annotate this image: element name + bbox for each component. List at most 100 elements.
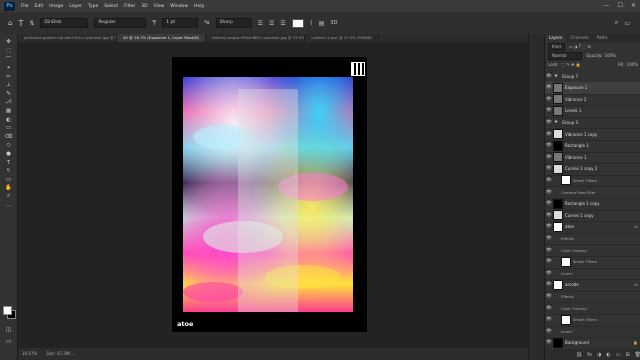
type-tool-icon[interactable]: T bbox=[18, 19, 23, 28]
close-icon[interactable]: ✕ bbox=[631, 2, 636, 9]
delete-layer-icon[interactable]: 🗑 bbox=[635, 352, 640, 358]
visibility-eye-icon[interactable]: 👁 bbox=[545, 108, 553, 113]
text-orientation-icon[interactable]: ⇅ bbox=[29, 20, 34, 27]
tab-document-active[interactable]: 40 @ 16.7% (Exposure 1, Layer Mask/8) bbox=[117, 34, 207, 42]
document-canvas[interactable]: atoe bbox=[172, 57, 367, 332]
quick-select-tool-icon[interactable]: ⌖ bbox=[0, 64, 17, 73]
font-style-select[interactable]: Regular bbox=[94, 18, 147, 28]
visibility-eye-icon[interactable]: 👁 bbox=[545, 190, 553, 195]
adjustment-layer-icon[interactable]: ◐ bbox=[606, 352, 610, 358]
visibility-eye-icon[interactable]: 👁 bbox=[545, 329, 553, 334]
menu-help[interactable]: Help bbox=[194, 4, 204, 9]
visibility-eye-icon[interactable]: 👁 bbox=[545, 201, 553, 206]
warp-text-icon[interactable]: ⌇ bbox=[310, 20, 313, 27]
eyedropper-tool-icon[interactable]: ⟂ bbox=[0, 81, 17, 90]
visibility-eye-icon[interactable]: 👁 bbox=[545, 120, 553, 125]
menu-select[interactable]: Select bbox=[104, 4, 118, 9]
history-brush-tool-icon[interactable]: ▦ bbox=[0, 107, 17, 116]
layer-row[interactable]: 👁 Background 🔒 bbox=[545, 337, 640, 350]
shape-tool-icon[interactable]: ▭ bbox=[0, 176, 17, 185]
layer-style-icon[interactable]: fx bbox=[587, 352, 592, 358]
link-layers-icon[interactable]: ⛓ bbox=[576, 352, 582, 358]
visibility-eye-icon[interactable]: 👁 bbox=[545, 248, 553, 253]
maximize-icon[interactable]: ☐ bbox=[618, 2, 623, 9]
path-select-tool-icon[interactable]: ↖ bbox=[0, 167, 17, 176]
menu-type[interactable]: Type bbox=[88, 4, 98, 9]
visibility-eye-icon[interactable]: 👁 bbox=[545, 282, 553, 287]
font-size-select[interactable]: 1 pt bbox=[162, 18, 199, 28]
visibility-eye-icon[interactable]: 👁 bbox=[545, 317, 553, 322]
layer-effects-icon[interactable]: fx bbox=[634, 224, 638, 229]
visibility-eye-icon[interactable]: 👁 bbox=[545, 85, 553, 90]
brush-tool-icon[interactable]: ✎ bbox=[0, 90, 17, 99]
visibility-eye-icon[interactable]: 👁 bbox=[545, 340, 553, 345]
tab-layers[interactable]: Layers bbox=[545, 34, 567, 42]
quick-mask-icon[interactable]: ◫ bbox=[0, 326, 17, 335]
blend-mode-select[interactable]: Normal bbox=[548, 51, 582, 60]
align-center-icon[interactable]: ☰ bbox=[269, 20, 274, 27]
visibility-eye-icon[interactable]: 👁 bbox=[545, 294, 553, 299]
visibility-eye-icon[interactable]: 👁 bbox=[545, 97, 553, 102]
tab-document-4[interactable]: untitled-1.psd @ 12.5% (RGB/8) bbox=[305, 34, 379, 42]
menu-image[interactable]: Image bbox=[49, 4, 63, 9]
gradient-tool-icon[interactable]: ▭ bbox=[0, 124, 17, 133]
visibility-eye-icon[interactable]: 👁 bbox=[545, 271, 553, 276]
tab-document-1[interactable]: parkzone-golden-hip-hex7441c-unsplash.jp… bbox=[18, 34, 117, 42]
lock-icons[interactable]: ⬚ ✎ ✥ 🔒 bbox=[561, 62, 580, 67]
3d-icon[interactable]: 3D bbox=[330, 20, 337, 26]
type-tool-icon[interactable]: T bbox=[0, 158, 17, 167]
visibility-eye-icon[interactable]: 👁 bbox=[545, 143, 553, 148]
menu-layer[interactable]: Layer bbox=[69, 4, 82, 9]
blur-tool-icon[interactable]: ● bbox=[0, 150, 17, 159]
menu-window[interactable]: Window bbox=[170, 4, 188, 9]
new-group-icon[interactable]: ▭ bbox=[616, 352, 621, 358]
canvas-area[interactable]: atoe bbox=[18, 42, 528, 348]
filter-icons[interactable]: ▭ ◑ T ⬚ ⊞ bbox=[569, 44, 591, 49]
tab-paths[interactable]: Paths bbox=[593, 34, 612, 42]
hand-tool-icon[interactable]: ✋ bbox=[0, 184, 17, 193]
text-color-swatch[interactable] bbox=[291, 18, 304, 28]
menu-3d[interactable]: 3D bbox=[141, 4, 147, 9]
search-icon[interactable]: ⌕ bbox=[615, 19, 618, 27]
visibility-eye-icon[interactable]: 👁 bbox=[545, 306, 553, 311]
lasso-tool-icon[interactable]: ⌒ bbox=[0, 55, 17, 64]
menu-view[interactable]: View bbox=[154, 4, 165, 9]
fill-value[interactable]: 100% bbox=[627, 62, 638, 67]
visibility-eye-icon[interactable]: 👁 bbox=[545, 178, 553, 183]
layer-filter-select[interactable]: Kind bbox=[548, 42, 565, 51]
align-left-icon[interactable]: ☰ bbox=[258, 20, 263, 27]
antialias-select[interactable]: Sharp bbox=[215, 18, 252, 28]
minimize-icon[interactable]: — bbox=[604, 2, 610, 9]
home-icon[interactable]: ⌂ bbox=[8, 19, 12, 27]
align-right-icon[interactable]: ☰ bbox=[280, 20, 285, 27]
dodge-tool-icon[interactable]: ◐ bbox=[0, 115, 17, 124]
visibility-eye-icon[interactable]: 👁 bbox=[545, 213, 553, 218]
tab-document-3[interactable]: dreamy-pages-f95cb4867-unsplash.jpg @ 33… bbox=[206, 34, 306, 42]
visibility-eye-icon[interactable]: 👁 bbox=[545, 236, 553, 241]
crop-tool-icon[interactable]: ✂ bbox=[0, 72, 17, 81]
character-panel-icon[interactable]: ▤ bbox=[319, 20, 325, 27]
visibility-eye-icon[interactable]: 👁 bbox=[545, 166, 553, 171]
new-layer-icon[interactable]: ⊞ bbox=[625, 352, 629, 358]
zoom-level[interactable]: 16.67% bbox=[22, 351, 37, 356]
menu-edit[interactable]: Edit bbox=[35, 4, 44, 9]
marquee-tool-icon[interactable]: ⬚ bbox=[0, 47, 17, 56]
add-mask-icon[interactable]: ◑ bbox=[597, 352, 601, 358]
menu-filter[interactable]: Filter bbox=[124, 4, 135, 9]
opacity-value[interactable]: 100% bbox=[604, 53, 615, 58]
clone-stamp-tool-icon[interactable]: ⎇ bbox=[0, 98, 17, 107]
tab-channels[interactable]: Channels bbox=[566, 34, 593, 42]
visibility-eye-icon[interactable]: 👁 bbox=[545, 74, 553, 79]
visibility-eye-icon[interactable]: 👁 bbox=[545, 259, 553, 264]
menu-file[interactable]: File bbox=[21, 4, 29, 9]
visibility-eye-icon[interactable]: 👁 bbox=[545, 155, 553, 160]
zoom-tool-icon[interactable]: ⌕ bbox=[0, 193, 17, 202]
layer-effects-icon[interactable]: fx bbox=[634, 282, 638, 287]
foreground-color-swatch[interactable] bbox=[3, 306, 12, 315]
move-tool-icon[interactable]: ✥ bbox=[0, 38, 17, 47]
visibility-eye-icon[interactable]: 👁 bbox=[545, 132, 553, 137]
color-swatches[interactable] bbox=[3, 306, 16, 319]
workspace-icon[interactable]: ▭ bbox=[624, 20, 630, 27]
pen-tool-icon[interactable]: ◇ bbox=[0, 141, 17, 150]
visibility-eye-icon[interactable]: 👁 bbox=[545, 224, 553, 229]
